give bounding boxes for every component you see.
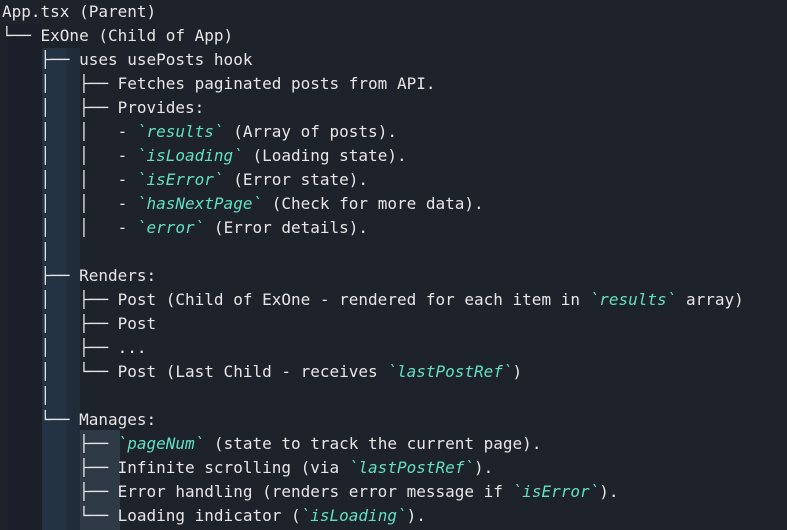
code-identifier: `isError`: [512, 482, 600, 501]
tree-line: ├── Infinite scrolling (via `lastPostRef…: [2, 456, 493, 480]
tree-line: │ └── Post (Last Child - receives `lastP…: [2, 360, 523, 384]
tree-text: (Check for more data).: [262, 194, 484, 213]
tree-line: └── ExOne (Child of App): [2, 24, 233, 48]
code-identifier: `error`: [136, 218, 205, 237]
tree-line: │: [2, 384, 51, 408]
tree-text: │ │ -: [2, 170, 137, 189]
tree-line: │ │ - `hasNextPage` (Check for more data…: [2, 192, 484, 216]
code-identifier: `hasNextPage`: [136, 194, 263, 213]
tree-text: ├── Renders:: [2, 266, 157, 285]
tree-text: ).: [474, 458, 494, 477]
tree-text: ├──: [2, 434, 118, 453]
tree-text: ├── Error handling (renders error messag…: [2, 482, 513, 501]
tree-text: │ ├── Post: [2, 314, 157, 333]
tree-line: │ ├── Post: [2, 312, 157, 336]
tree-text: │ ├── Post (Child of ExOne - rendered fo…: [2, 290, 590, 309]
tree-text: │ ├── ...: [2, 338, 147, 357]
tree-line: │ │ - `isLoading` (Loading state).: [2, 144, 407, 168]
tree-text: ├── uses usePosts hook: [2, 50, 253, 69]
tree-line: │ ├── ...: [2, 336, 147, 360]
tree-line: ├── Renders:: [2, 264, 157, 288]
tree-text: (Error details).: [204, 218, 369, 237]
tree-line: └── Manages:: [2, 408, 157, 432]
code-identifier: `results`: [589, 290, 677, 309]
tree-line: ├── uses usePosts hook: [2, 48, 253, 72]
code-identifier: `results`: [136, 122, 224, 141]
code-identifier: `isLoading`: [136, 146, 243, 165]
tree-line: ├── `pageNum` (state to track the curren…: [2, 432, 541, 456]
tree-text: (Loading state).: [242, 146, 407, 165]
tree-text: └── Manages:: [2, 410, 157, 429]
code-identifier: `lastPostRef`: [387, 362, 513, 381]
code-identifier: `isError`: [136, 170, 224, 189]
code-identifier: `isLoading`: [300, 506, 407, 525]
tree-line: │ ├── Fetches paginated posts from API.: [2, 72, 436, 96]
tree-text: │ │ -: [2, 146, 137, 165]
tree-text: (Array of posts).: [223, 122, 397, 141]
tree-text: └── Loading indicator (: [2, 506, 301, 525]
tree-text: │ │ -: [2, 194, 137, 213]
tree-line: App.tsx (Parent): [2, 0, 156, 24]
tree-text: │: [2, 386, 51, 405]
tree-line: │ ├── Post (Child of ExOne - rendered fo…: [2, 288, 744, 312]
tree-text: │ ├── Fetches paginated posts from API.: [2, 74, 436, 93]
tree-text: ).: [599, 482, 619, 501]
tree-text: App.tsx (Parent): [2, 2, 157, 21]
tree-text: (state to track the current page).: [204, 434, 542, 453]
tree-text: │: [2, 242, 51, 261]
tree-text: │ └── Post (Last Child - receives: [2, 362, 388, 381]
tree-text: ): [512, 362, 523, 381]
tree-text: │ ├── Provides:: [2, 98, 205, 117]
tree-text: └── ExOne (Child of App): [2, 26, 234, 45]
tree-text: array): [676, 290, 744, 309]
code-identifier: `pageNum`: [117, 434, 205, 453]
tree-text: │ │ -: [2, 218, 137, 237]
tree-text: ).: [406, 506, 426, 525]
tree-line: │ │ - `isError` (Error state).: [2, 168, 369, 192]
tree-line: └── Loading indicator (`isLoading`).: [2, 504, 426, 528]
tree-line: │ │ - `error` (Error details).: [2, 216, 369, 240]
tree-text: │ │ -: [2, 122, 137, 141]
tree-line: │ ├── Provides:: [2, 96, 205, 120]
tree-text: (Error state).: [223, 170, 369, 189]
code-identifier: `lastPostRef`: [348, 458, 475, 477]
tree-line: ├── Error handling (renders error messag…: [2, 480, 619, 504]
code-tree-view: App.tsx (Parent) └── ExOne (Child of App)…: [0, 0, 787, 530]
tree-line: │: [2, 240, 51, 264]
tree-line: │ │ - `results` (Array of posts).: [2, 120, 397, 144]
tree-text: ├── Infinite scrolling (via: [2, 458, 349, 477]
